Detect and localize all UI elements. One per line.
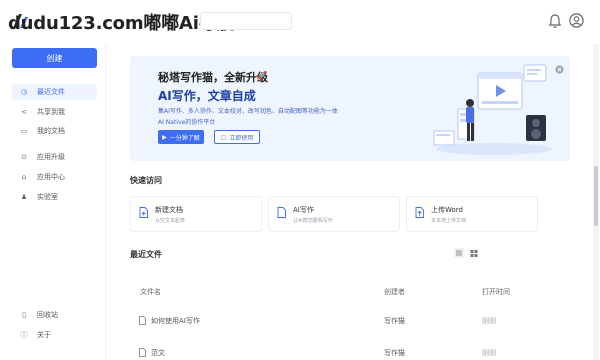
top-bar: dudu123.com嘟嘟Ai导航 <box>0 0 600 44</box>
quick-card-title: 上传Word <box>431 206 463 214</box>
ai-doc-icon <box>277 207 286 218</box>
sidebar-item-label: 回收站 <box>37 311 58 319</box>
search-input[interactable] <box>200 12 292 30</box>
main-content: 秘塔写作猫，全新升级 🚀 AI写作，文章自成 集AI写作、多人协作、文本校对、改… <box>106 44 592 360</box>
hero-description-2: AI Native的协作平台 <box>158 119 216 126</box>
clock-icon: ◷ <box>20 88 28 96</box>
bell-icon[interactable] <box>548 13 562 29</box>
learn-more-label: 一分钟了解 <box>169 134 200 142</box>
hero-subtitle: AI写作，文章自成 <box>158 89 256 103</box>
quick-card-title: 新建文档 <box>155 206 183 214</box>
column-header-creator[interactable]: 创建者 <box>384 287 405 297</box>
quick-card-desc: 从空文本起草 <box>155 218 186 224</box>
sidebar-item-label: 应用中心 <box>37 173 65 181</box>
sidebar-item-recent[interactable]: ◷ 最近文件 <box>12 84 97 100</box>
sidebar-item-label: 我的文档 <box>37 127 65 135</box>
column-header-name[interactable]: 文件名 <box>140 287 161 297</box>
hero-banner: 秘塔写作猫，全新升级 🚀 AI写作，文章自成 集AI写作、多人协作、文本校对、改… <box>130 56 570 161</box>
row-open-time: 刚刚 <box>482 317 496 325</box>
use-now-label: 立即使用 <box>229 134 254 142</box>
learn-more-button[interactable]: ▶ 一分钟了解 <box>158 130 204 144</box>
table-row[interactable]: 范文 写作猫 刚刚 <box>130 347 570 360</box>
trash-icon: ▯ <box>22 311 26 319</box>
sidebar-item-my-docs[interactable]: ▭ 我的文档 <box>12 123 97 139</box>
sidebar-item-app-center[interactable]: ⌂ 应用中心 <box>12 169 97 185</box>
sidebar-item-about[interactable]: ⓘ 关于 <box>12 327 97 343</box>
sidebar-item-label: 实验室 <box>37 193 58 201</box>
row-file-name: 范文 <box>151 349 165 357</box>
sidebar: 创建 ◷ 最近文件 < 共享到我 ▭ 我的文档 ⊙ 应用升级 ⌂ 应用中心 ♟ … <box>0 44 106 360</box>
quick-card-upload-word[interactable]: 上传Word 多本地上传文档 <box>406 196 538 232</box>
sidebar-item-lab[interactable]: ♟ 实验室 <box>12 189 97 205</box>
hero-description: 集AI写作、多人协作、文本校对、改写润色、自动配图等功能为一体 <box>158 108 338 115</box>
new-doc-icon <box>139 207 148 218</box>
table-row[interactable]: 如何使用AI写作 写作猫 刚刚 <box>130 315 570 337</box>
quick-access-title: 快速访问 <box>130 176 162 185</box>
upload-icon <box>415 207 424 218</box>
info-icon: ⓘ <box>20 331 28 339</box>
document-icon <box>139 316 146 325</box>
rocket-icon: 🚀 <box>256 72 268 82</box>
avatar-icon[interactable] <box>569 13 584 28</box>
column-header-time[interactable]: 打开时间 <box>482 287 510 297</box>
row-creator: 写作猫 <box>384 317 405 325</box>
folder-icon: ▭ <box>20 127 28 135</box>
recent-files-title: 最近文件 <box>130 250 162 259</box>
upgrade-icon: ⊙ <box>21 153 27 161</box>
sidebar-item-label: 共享到我 <box>37 108 65 116</box>
document-icon <box>139 348 146 357</box>
quick-card-new-doc[interactable]: 新建文档 从空文本起草 <box>130 196 262 232</box>
doc-icon: ▢ <box>220 133 227 141</box>
play-icon: ▶ <box>162 133 167 141</box>
table-header: 文件名 创建者 打开时间 <box>130 287 570 309</box>
sidebar-item-shared[interactable]: < 共享到我 <box>12 104 97 120</box>
grid-view-icon[interactable] <box>469 248 479 258</box>
sidebar-item-trash[interactable]: ▯ 回收站 <box>12 307 97 323</box>
sidebar-item-label: 最近文件 <box>37 88 65 96</box>
row-file-name: 如何使用AI写作 <box>151 317 200 325</box>
quick-card-ai-write[interactable]: AI写作 让AI帮您跟我写作 <box>268 196 400 232</box>
row-open-time: 刚刚 <box>482 349 496 357</box>
quick-card-title: AI写作 <box>293 206 314 214</box>
hero-title: 秘塔写作猫，全新升级 <box>158 71 268 84</box>
share-icon: < <box>21 108 27 116</box>
scrollbar-thumb[interactable] <box>594 166 598 226</box>
sidebar-item-label: 应用升级 <box>37 153 65 161</box>
quick-card-desc: 让AI帮您跟我写作 <box>293 218 333 224</box>
list-view-icon[interactable] <box>454 248 464 258</box>
sidebar-item-upgrade[interactable]: ⊙ 应用升级 <box>12 149 97 165</box>
use-now-button[interactable]: ▢ 立即使用 <box>214 130 260 144</box>
lab-icon: ♟ <box>20 193 28 201</box>
sidebar-item-label: 关于 <box>37 331 51 339</box>
app-center-icon: ⌂ <box>21 173 27 181</box>
quick-card-desc: 多本地上传文档 <box>431 218 467 224</box>
row-creator: 写作猫 <box>384 349 405 357</box>
create-button[interactable]: 创建 <box>12 48 97 68</box>
hero-illustration <box>433 64 552 155</box>
